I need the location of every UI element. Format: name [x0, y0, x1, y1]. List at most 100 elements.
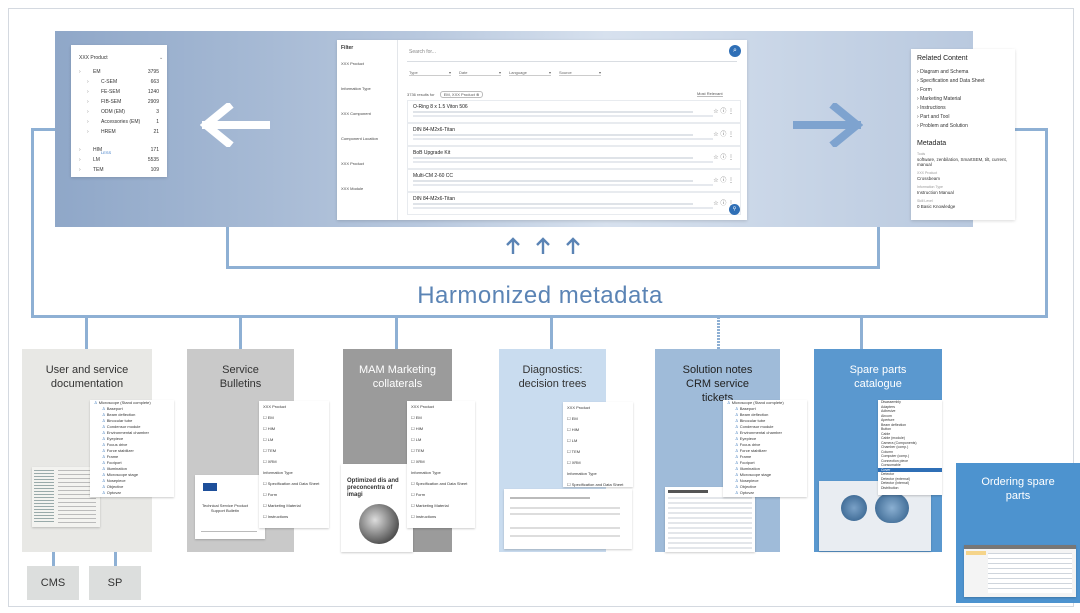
checkbox-icon[interactable]: ☐ [411, 481, 415, 486]
related-content-link[interactable]: › Diagram and Schema [917, 69, 968, 75]
filter-chip[interactable]: EM, XXX Product ⊗ [439, 91, 484, 98]
checkbox-icon[interactable]: ☐ [567, 460, 571, 465]
filter-row[interactable]: ☐ XRM [259, 456, 329, 467]
filter-item[interactable]: XXX Component [341, 111, 371, 116]
checkbox-icon[interactable]: ☐ [567, 427, 571, 432]
facet-tree-item[interactable]: › TEM 109 [79, 167, 161, 175]
filter-row[interactable]: Information Type [259, 467, 329, 478]
dropdown-select[interactable]: Source ▾ [559, 70, 601, 76]
result-item[interactable]: Multi-CM 2-60 CC ☆ ⓘ ⋮ [407, 169, 741, 192]
chevron-icon[interactable]: › [79, 147, 81, 153]
result-title[interactable]: BoB Upgrade Kit [413, 150, 450, 156]
facet-tree-item[interactable]: › FE-SEM 1240 [79, 89, 161, 97]
related-content-link[interactable]: › Specification and Data Sheet [917, 78, 985, 84]
filter-row[interactable]: ☐ Form [407, 489, 475, 500]
checkbox-icon[interactable]: ☐ [263, 426, 267, 431]
related-content-link[interactable]: › Instructions [917, 105, 946, 111]
checkbox-icon[interactable]: ☐ [411, 437, 415, 442]
filter-row[interactable]: XXX Product [407, 401, 475, 412]
filter-row[interactable]: ☐ XRM [407, 456, 475, 467]
chevron-icon[interactable]: › [79, 167, 81, 173]
chevron-icon[interactable]: › [87, 79, 89, 85]
search-icon[interactable]: ⌕ [729, 45, 741, 57]
result-title[interactable]: Multi-CM 2-60 CC [413, 173, 453, 179]
filter-row[interactable]: Information Type [407, 467, 475, 478]
checkbox-icon[interactable]: ☐ [411, 503, 415, 508]
search-input[interactable]: Search for... ⌕ [407, 45, 741, 62]
checkbox-icon[interactable]: ☐ [263, 437, 267, 442]
checkbox-icon[interactable]: ☐ [411, 426, 415, 431]
chevron-icon[interactable]: › [87, 129, 89, 135]
filter-row[interactable]: ☐ EM [563, 413, 633, 424]
filter-row[interactable]: ☐ Instructions [407, 511, 475, 522]
filter-row[interactable]: ☐ Marketing Material [407, 500, 475, 511]
facet-tree-item[interactable]: › FIB-SEM 2909 [79, 99, 161, 107]
checkbox-icon[interactable]: ☐ [263, 514, 267, 519]
filter-row[interactable]: ☐ HIM [407, 423, 475, 434]
checkbox-icon[interactable]: ☐ [411, 492, 415, 497]
less-link[interactable]: LESS [101, 150, 111, 155]
facet-tree-header[interactable]: XXX Product ⌄ [79, 55, 163, 61]
result-title[interactable]: O-Ring 8 x 1.5 Viton 506 [413, 104, 468, 110]
related-content-link[interactable]: › Problem and Solution [917, 123, 968, 129]
result-item[interactable]: DIN 84-M2x6-Titan ☆ ⓘ ⋮ [407, 192, 741, 215]
facet-tree-item[interactable]: › Accessories (EM) 1 [79, 119, 161, 127]
facet-tree-item[interactable]: › EM 3795 [79, 69, 161, 77]
chevron-icon[interactable]: › [79, 69, 81, 75]
checkbox-icon[interactable]: ☐ [263, 481, 267, 486]
dropdown-select[interactable]: Language ▾ [509, 70, 551, 76]
filter-row[interactable]: ☐ TEM [563, 446, 633, 457]
dropdown-select[interactable]: Date ▾ [459, 70, 501, 76]
spare-part-option[interactable]: Distribution [878, 486, 942, 491]
checkbox-icon[interactable]: ☐ [567, 482, 571, 487]
dropdown-select[interactable]: Type ▾ [409, 70, 451, 76]
related-content-link[interactable]: › Form [917, 87, 932, 93]
sort-select[interactable]: Most Relevant [697, 91, 723, 97]
checkbox-icon[interactable]: ☐ [411, 514, 415, 519]
result-actions-icon[interactable]: ☆ ⓘ ⋮ [713, 152, 734, 161]
facet-tree-item[interactable]: › C-SEM 663 [79, 79, 161, 87]
result-actions-icon[interactable]: ☆ ⓘ ⋮ [713, 129, 734, 138]
filter-item[interactable]: XXX Module [341, 186, 363, 191]
checkbox-icon[interactable]: ☐ [411, 459, 415, 464]
facet-tree-item[interactable]: › HREM 21 [79, 129, 161, 137]
filter-item[interactable]: Information Type [341, 86, 371, 91]
checkbox-icon[interactable]: ☐ [263, 492, 267, 497]
checkbox-icon[interactable]: ☐ [411, 415, 415, 420]
filter-row[interactable]: ☐ Instructions [259, 511, 329, 522]
chevron-icon[interactable]: › [87, 89, 89, 95]
result-title[interactable]: DIN 84-M2x6-Titan [413, 127, 455, 133]
result-title[interactable]: DIN 84-M2x6-Titan [413, 196, 455, 202]
chevron-icon[interactable]: › [87, 109, 89, 115]
filter-row[interactable]: ☐ EM [259, 412, 329, 423]
checkbox-icon[interactable]: ☐ [411, 448, 415, 453]
filter-row[interactable]: ☐ Marketing Material [259, 500, 329, 511]
checkbox-icon[interactable]: ☐ [263, 459, 267, 464]
result-actions-icon[interactable]: ☆ ⓘ ⋮ [713, 106, 734, 115]
checkbox-icon[interactable]: ☐ [567, 449, 571, 454]
result-item[interactable]: BoB Upgrade Kit ☆ ⓘ ⋮ [407, 146, 741, 169]
filter-row[interactable]: ☐ LM [407, 434, 475, 445]
filter-row[interactable]: ☐ Form [259, 489, 329, 500]
filter-row[interactable]: ☐ XRM [563, 457, 633, 468]
filter-row[interactable]: ☐ EM [407, 412, 475, 423]
checkbox-icon[interactable]: ☐ [263, 415, 267, 420]
filter-row[interactable]: ☐ Specification and Data Sheet [259, 478, 329, 489]
facet-tree-item[interactable]: › LM 5535 [79, 157, 161, 165]
filter-item[interactable]: XXX Product [341, 61, 364, 66]
chevron-icon[interactable]: › [87, 119, 89, 125]
filter-row[interactable]: XXX Product [259, 401, 329, 412]
facet-tree-item[interactable]: › ODM (EM) 3 [79, 109, 161, 117]
filter-row[interactable]: ☐ HIM [563, 424, 633, 435]
filter-item[interactable]: Component Location [341, 136, 378, 141]
filter-row[interactable]: Information Type [563, 468, 633, 479]
chevron-icon[interactable]: › [87, 99, 89, 105]
fab-button[interactable]: ⚲ [729, 204, 740, 215]
filter-row[interactable]: ☐ TEM [407, 445, 475, 456]
result-item[interactable]: O-Ring 8 x 1.5 Viton 506 ☆ ⓘ ⋮ [407, 100, 741, 123]
checkbox-icon[interactable]: ☐ [263, 448, 267, 453]
filter-row[interactable]: ☐ Specification and Data Sheet [563, 479, 633, 487]
result-actions-icon[interactable]: ☆ ⓘ ⋮ [713, 175, 734, 184]
filter-item[interactable]: XXX Product [341, 161, 364, 166]
facet-tree-item[interactable]: › HIM 171 [79, 147, 161, 155]
